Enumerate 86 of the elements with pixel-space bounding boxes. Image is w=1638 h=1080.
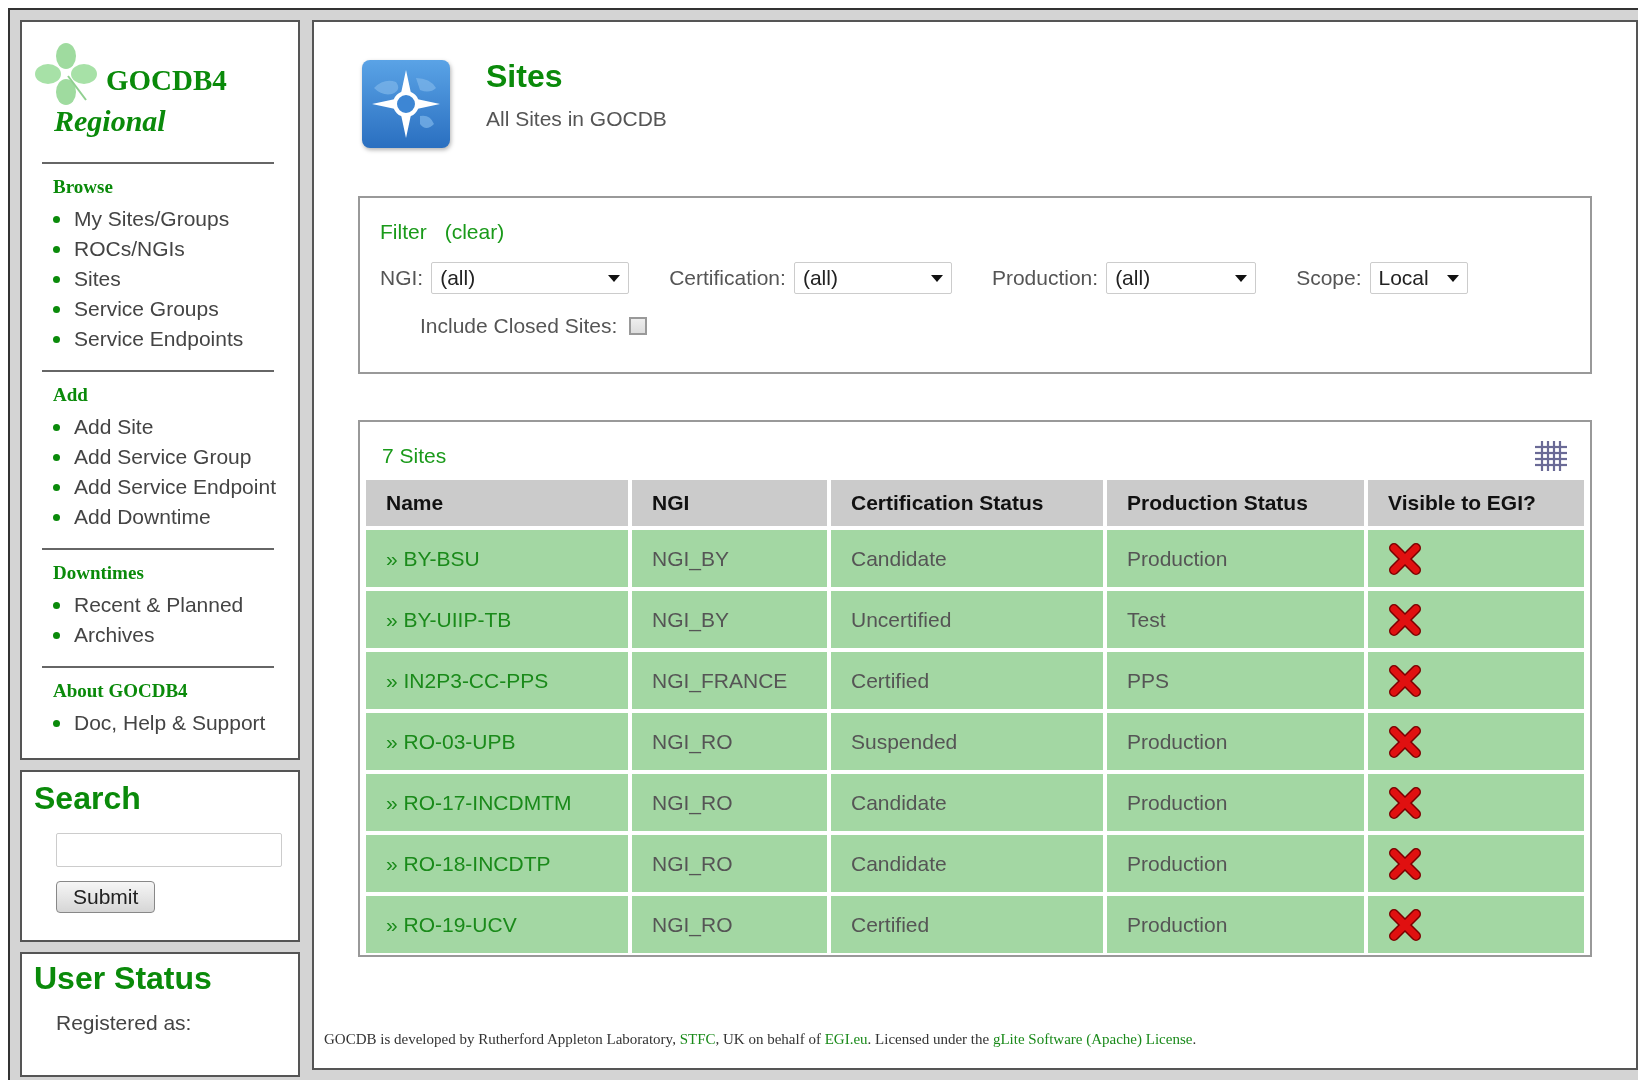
submit-button[interactable]: Submit xyxy=(56,881,156,913)
table-cell: NGI_RO xyxy=(632,896,827,953)
filter-label: NGI: xyxy=(380,266,424,290)
nav-link[interactable]: ROCs/NGIs xyxy=(74,237,185,261)
caret-icon xyxy=(1235,274,1248,282)
table-cell: Candidate xyxy=(831,774,1103,831)
table-cell: Candidate xyxy=(831,530,1103,587)
bullet-icon xyxy=(53,275,60,283)
table-cell: Uncertified xyxy=(831,591,1103,648)
bullet-icon xyxy=(53,423,60,431)
page-subtitle: All Sites in GOCDB xyxy=(486,107,667,131)
bullet-icon xyxy=(53,453,60,461)
filter-label: Certification: xyxy=(669,266,786,290)
nav-link[interactable]: Add Service Group xyxy=(74,445,252,469)
bullet-icon xyxy=(53,601,60,609)
nav-link[interactable]: Recent & Planned xyxy=(74,593,244,617)
bullet-icon xyxy=(53,719,60,727)
filter-dropdown[interactable]: (all) xyxy=(793,262,952,294)
filter-label: Production: xyxy=(991,266,1099,290)
nav-link[interactable]: Service Groups xyxy=(74,297,219,321)
footer-text: GOCDB is developed by Rutherford Appleton Laboratory, STFC, UK on behalf of EGI.eu. Licensed under the gLite Software (Apache) License. xyxy=(324,1031,1197,1048)
page-title: Sites xyxy=(486,58,564,95)
footer-link[interactable]: STFC xyxy=(679,1031,716,1047)
filter-dropdown[interactable]: (all) xyxy=(1106,262,1257,294)
table-cell: NGI_RO xyxy=(632,713,827,770)
table-cell: NGI_RO xyxy=(632,774,827,831)
filter-dropdown[interactable]: Local xyxy=(1369,262,1468,294)
user-status-heading: User Status xyxy=(34,960,213,997)
table-cell: Production xyxy=(1107,774,1364,831)
caret-icon xyxy=(1446,274,1459,282)
table-cell: Certified xyxy=(831,652,1103,709)
nav-link[interactable]: Service Endpoints xyxy=(74,327,244,351)
nav-heading: About GOCDB4 xyxy=(53,680,189,702)
nav-link[interactable]: Add Downtime xyxy=(74,505,211,529)
logo-title: GOCDB4 xyxy=(106,63,227,97)
nav-link[interactable]: Add Site xyxy=(74,415,154,439)
caret-icon xyxy=(930,274,943,282)
table-cell: Certified xyxy=(831,896,1103,953)
globe-compass-icon xyxy=(360,58,452,150)
clear-link[interactable]: (clear) xyxy=(444,220,505,243)
table-cell: NGI_BY xyxy=(632,591,827,648)
table-cell: NGI_FRANCE xyxy=(632,652,827,709)
table-cell: Production xyxy=(1107,835,1364,892)
filter-title: Filter xyxy=(380,220,427,243)
filter-label: Scope: xyxy=(1296,266,1362,290)
table-cell: Production xyxy=(1107,896,1364,953)
search-heading: Search xyxy=(34,780,142,817)
column-header: Visible to EGI? xyxy=(1368,480,1584,526)
column-header: Name xyxy=(366,480,628,526)
bullet-icon xyxy=(53,305,60,313)
sites-count: 7 Sites xyxy=(382,444,447,468)
include-closed-checkbox[interactable] xyxy=(629,317,648,335)
column-header: Certification Status xyxy=(831,480,1103,526)
filter-dropdown[interactable]: (all) xyxy=(431,262,630,294)
table-cell: NGI_BY xyxy=(632,530,827,587)
table-cell: Candidate xyxy=(831,835,1103,892)
grid-icon[interactable] xyxy=(1534,440,1568,472)
column-header: Production Status xyxy=(1107,480,1364,526)
table-cell: Test xyxy=(1107,591,1364,648)
bullet-icon xyxy=(53,483,60,491)
clover-logo-icon xyxy=(34,42,98,108)
include-closed-label: Include Closed Sites: xyxy=(420,314,618,338)
column-header: NGI xyxy=(632,480,827,526)
bullet-icon xyxy=(53,631,60,639)
nav-heading: Add xyxy=(53,384,89,406)
table-cell: PPS xyxy=(1107,652,1364,709)
registered-label: Registered as: xyxy=(56,1011,193,1035)
footer-link[interactable]: EGI.eu xyxy=(824,1031,868,1047)
bullet-icon xyxy=(53,245,60,253)
table-cell: NGI_RO xyxy=(632,835,827,892)
bullet-icon xyxy=(53,335,60,343)
table-cell: Suspended xyxy=(831,713,1103,770)
nav-link[interactable]: Add Service Endpoint xyxy=(74,475,276,499)
bullet-icon xyxy=(53,513,60,521)
nav-link[interactable]: Doc, Help & Support xyxy=(74,711,266,735)
caret-icon xyxy=(608,274,621,282)
nav-link[interactable]: Sites xyxy=(74,267,121,291)
search-field[interactable] xyxy=(56,833,282,867)
logo-subtitle: Regional xyxy=(54,104,167,138)
table-cell: Production xyxy=(1107,530,1364,587)
table-cell: Production xyxy=(1107,713,1364,770)
nav-heading: Downtimes xyxy=(53,562,145,584)
nav-link[interactable]: Archives xyxy=(74,623,155,647)
nav-link[interactable]: My Sites/Groups xyxy=(74,207,230,231)
bullet-icon xyxy=(53,215,60,223)
nav-heading: Browse xyxy=(53,176,114,198)
